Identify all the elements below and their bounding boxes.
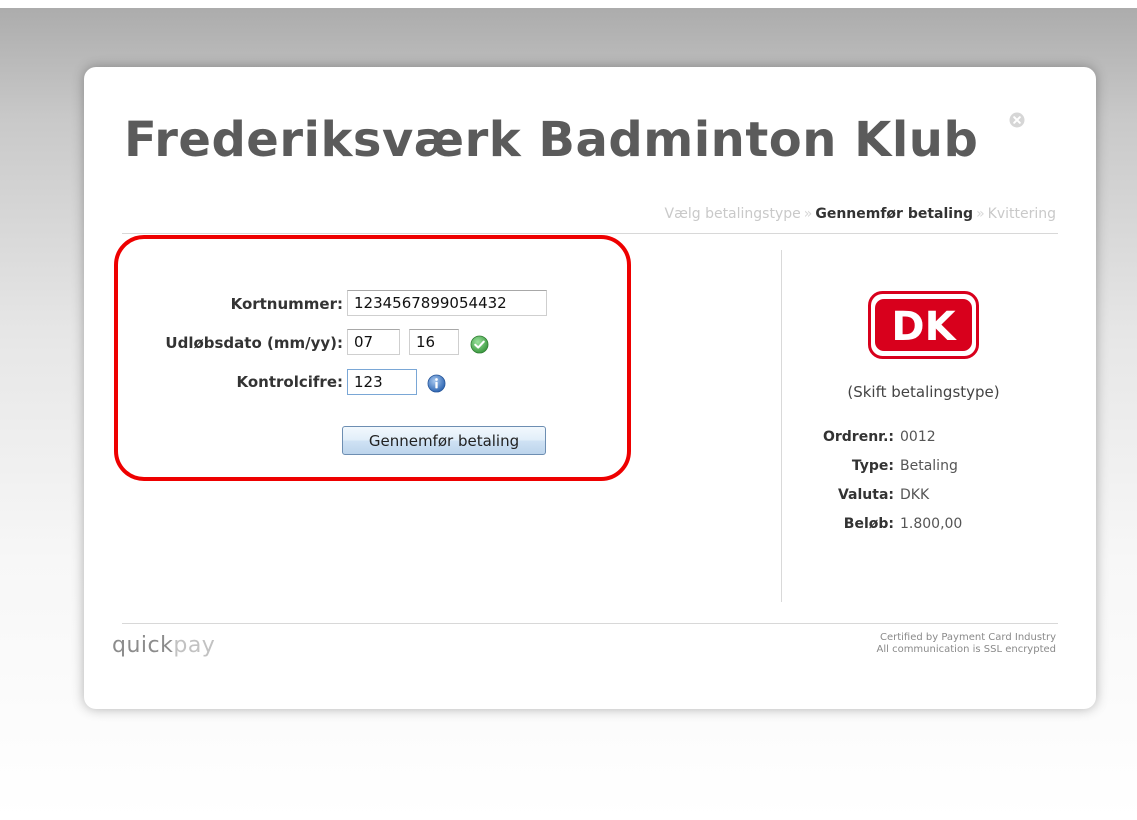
dankort-logo-text: DK [891, 304, 957, 350]
breadcrumb-separator: » [976, 206, 985, 222]
order-number-row: Ordrenr.: 0012 [781, 429, 1081, 449]
card-number-input[interactable] [347, 290, 547, 316]
card-number-label: Kortnummer: [230, 295, 343, 313]
security-notice: Certified by Payment Card Industry All c… [877, 632, 1057, 656]
step-receipt: Kvittering [987, 206, 1056, 222]
footer-divider [122, 623, 1058, 624]
type-row: Type: Betaling [781, 458, 1081, 478]
amount-value: 1.800,00 [900, 516, 963, 532]
quickpay-logo-light: pay [173, 633, 216, 658]
column-divider [781, 250, 782, 602]
expiry-year-input[interactable] [409, 329, 459, 355]
expiry-date-label: Udløbsdato (mm/yy): [165, 334, 343, 352]
pci-certification-text: Certified by Payment Card Industry [879, 632, 1056, 643]
cvc-label: Kontrolcifre: [236, 373, 344, 391]
quickpay-logo: quickpay [112, 633, 215, 658]
step-complete-payment: Gennemfør betaling [815, 206, 974, 222]
header-divider [122, 233, 1058, 234]
check-circle-icon [470, 335, 489, 354]
cvc-input[interactable] [347, 369, 417, 395]
currency-value: DKK [900, 487, 930, 503]
order-number-label: Ordrenr.: [822, 429, 894, 445]
amount-row: Beløb: 1.800,00 [781, 516, 1081, 536]
dankort-logo: DK [868, 291, 979, 359]
expiry-month-input[interactable] [347, 329, 400, 355]
amount-label: Beløb: [843, 516, 894, 532]
close-icon[interactable] [1009, 112, 1025, 128]
order-number-value: 0012 [900, 429, 936, 445]
currency-row: Valuta: DKK [781, 487, 1081, 507]
step-select-payment-type: Vælg betalingstype [664, 206, 801, 222]
currency-label: Valuta: [837, 487, 894, 503]
type-label: Type: [851, 458, 894, 474]
ssl-encryption-text: All communication is SSL encrypted [876, 644, 1057, 655]
breadcrumb: Vælg betalingstype» Gennemfør betaling» Kv… [665, 206, 1056, 222]
type-value: Betaling [900, 458, 958, 474]
breadcrumb-separator: » [803, 206, 813, 222]
top-band [0, 0, 1137, 8]
submit-payment-button[interactable]: Gennemfør betaling [342, 426, 546, 455]
switch-payment-type-link[interactable]: (Skift betalingstype) [813, 383, 1034, 401]
page-title: Frederiksværk Badminton Klub [124, 112, 979, 168]
info-icon[interactable] [427, 374, 446, 393]
payment-window: Frederiksværk Badminton Klub Vælg betali… [84, 67, 1096, 709]
quickpay-logo-dark: quick [112, 633, 174, 658]
